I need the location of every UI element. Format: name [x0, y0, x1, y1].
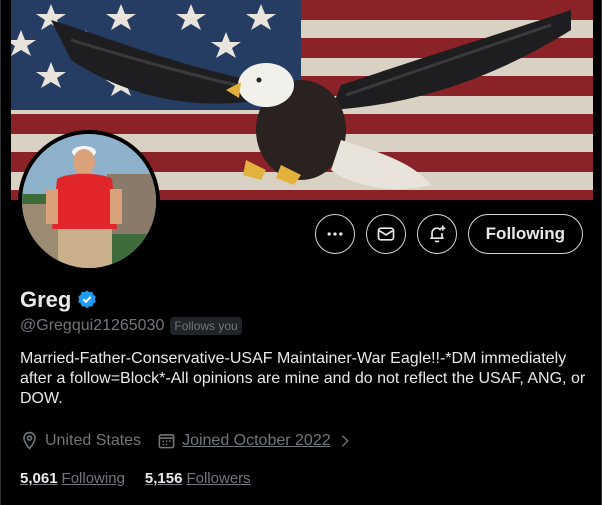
calendar-icon	[158, 434, 175, 449]
avatar[interactable]	[18, 130, 160, 272]
following-button[interactable]: Following	[467, 214, 583, 254]
location-pin-icon	[23, 431, 36, 450]
profile-meta: United States Joined October 2022	[20, 431, 353, 450]
following-link[interactable]: 5,061 Following	[20, 470, 125, 487]
follows-you-badge: Follows you	[170, 317, 242, 335]
display-name: Greg	[20, 287, 72, 312]
profile-page: Following Greg @Gregqui21265030 Follows …	[0, 0, 602, 505]
profile-actions: Following	[314, 214, 583, 254]
handle: @Gregqui21265030	[20, 317, 165, 334]
avatar-photo	[22, 134, 156, 268]
location-text: United States	[45, 431, 142, 449]
following-count: 5,061	[20, 470, 58, 487]
notify-button[interactable]	[416, 214, 457, 254]
joined-text[interactable]: Joined October 2022	[182, 432, 331, 450]
handle-row: @Gregqui21265030 Follows you	[20, 317, 242, 335]
bell-plus-icon	[430, 225, 446, 243]
envelope-icon	[377, 227, 395, 241]
message-button[interactable]	[365, 214, 406, 254]
more-icon	[327, 232, 343, 236]
more-button[interactable]	[314, 214, 355, 254]
followers-count: 5,156	[144, 470, 183, 487]
verified-badge-icon[interactable]	[76, 289, 98, 311]
location: United States	[20, 431, 141, 450]
bio: Married-Father-Conservative-USAF Maintai…	[20, 350, 586, 407]
followers-label: Followers	[186, 470, 251, 487]
name-row: Greg	[20, 287, 98, 313]
joined-date[interactable]: Joined October 2022	[157, 431, 353, 450]
follow-stats: 5,061 Following 5,156 Followers	[20, 470, 251, 487]
following-label: Following	[61, 470, 125, 487]
chevron-right-icon	[341, 434, 349, 447]
followers-link[interactable]: 5,156 Followers	[145, 470, 251, 487]
